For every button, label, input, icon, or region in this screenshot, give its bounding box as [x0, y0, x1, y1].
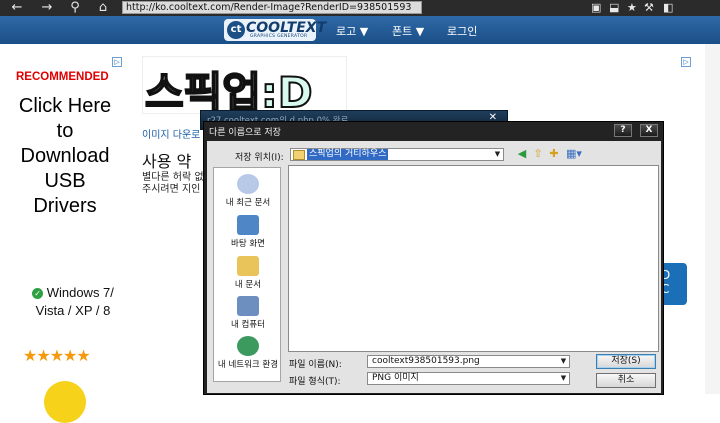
chevron-down-icon[interactable]: ▼: [558, 356, 569, 367]
filetype-value: PNG 이미지: [372, 373, 419, 383]
adchoices-icon[interactable]: ▷: [681, 57, 691, 67]
place-desktop[interactable]: 바탕 화면: [214, 215, 282, 249]
help-button[interactable]: ?: [614, 124, 632, 137]
desktop-icon: [237, 215, 259, 235]
page-icon[interactable]: ▣: [591, 0, 601, 16]
ad-headline[interactable]: Click Here to Download USB Drivers: [0, 94, 130, 219]
place-network[interactable]: 내 네트워크 환경: [214, 336, 282, 370]
ad-recommended-label: RECOMMENDED: [16, 71, 109, 83]
folder-icon: [293, 150, 305, 160]
filename-value: cooltext938501593.png: [372, 356, 480, 366]
browser-toolbar: ← → ⚲ ⌂ http://ko.cooltext.com/Render-Im…: [0, 0, 720, 16]
check-icon: ✓: [32, 288, 44, 299]
place-label: 내 최근 문서: [225, 198, 271, 208]
star-icon[interactable]: ★: [627, 0, 637, 16]
download-link[interactable]: 이미지 다운로: [142, 126, 200, 141]
filename-field[interactable]: cooltext938501593.png ▼: [367, 355, 570, 368]
filetype-label: 파일 형식(T):: [289, 377, 341, 387]
filetype-select[interactable]: PNG 이미지 ▼: [367, 372, 570, 385]
rating-stars-icon: ★★★★★: [23, 346, 91, 365]
close-button[interactable]: X: [640, 124, 658, 137]
filename-label: 파일 이름(N):: [289, 360, 342, 370]
address-bar[interactable]: http://ko.cooltext.com/Render-Image?Rend…: [122, 1, 422, 14]
network-icon: [237, 336, 259, 356]
view-menu-icon[interactable]: ▦▾: [565, 148, 583, 160]
tools-icon[interactable]: ⚒: [644, 0, 654, 16]
file-list[interactable]: [288, 165, 659, 352]
my-documents-icon: [237, 256, 259, 276]
ad-badge-icon: [44, 381, 86, 423]
chevron-down-icon: ▼: [494, 150, 501, 158]
location-label: 저장 위치(I):: [235, 153, 284, 163]
terms-text: 주시려면 지인: [142, 184, 201, 195]
ad-os-line2: Vista / XP / 8: [35, 303, 111, 318]
home-icon[interactable]: ⌂: [94, 0, 112, 16]
up-folder-icon[interactable]: ⇧: [532, 148, 544, 160]
place-label: 내 문서: [234, 280, 262, 290]
back-icon[interactable]: ◀: [516, 148, 528, 160]
place-recent[interactable]: 내 최근 문서: [214, 174, 282, 208]
recent-documents-icon: [237, 174, 259, 194]
menu-font[interactable]: 폰트 ▼: [392, 23, 424, 39]
place-label: 바탕 화면: [231, 239, 265, 249]
ad-headline-line: Download: [20, 145, 110, 167]
location-select[interactable]: 스픽업의 거티하우스 ▼: [290, 148, 504, 161]
ad-headline-line: USB: [44, 170, 86, 192]
ad-headline-line: Drivers: [33, 195, 97, 217]
ad-headline-line: to: [56, 120, 74, 142]
ad-headline-line: Click Here: [18, 95, 112, 117]
ad-os-line1: Windows 7/: [46, 285, 114, 300]
dialog-body: 저장 위치(I): 스픽업의 거티하우스 ▼ ◀ ⇧ ✚ ▦▾ 내 최근 문서 …: [207, 141, 661, 393]
place-label: 내 네트워크 환경: [217, 360, 279, 370]
advertisement[interactable]: RECOMMENDED Click Here to Download USB D…: [0, 56, 130, 423]
forward-arrow-icon[interactable]: →: [38, 0, 56, 16]
dialog-title: 다른 이름으로 저장: [209, 128, 281, 138]
menu-login[interactable]: 로그인: [447, 23, 477, 39]
my-computer-icon: [237, 296, 259, 316]
search-icon[interactable]: ⚲: [66, 0, 84, 16]
location-value: 스픽업의 거티하우스: [307, 149, 389, 160]
back-arrow-icon[interactable]: ←: [8, 0, 26, 16]
place-my-documents[interactable]: 내 문서: [214, 256, 282, 290]
cancel-button[interactable]: 취소: [596, 373, 656, 388]
chevron-down-icon[interactable]: ▼: [558, 373, 569, 384]
save-icon[interactable]: ⬓: [609, 0, 619, 16]
ad-os-compat: ✓ Windows 7/ Vista / XP / 8: [18, 284, 128, 320]
save-button[interactable]: 저장(S): [596, 354, 656, 369]
places-bar: 내 최근 문서 바탕 화면 내 문서 내 컴퓨터 내 네트워크 환경: [213, 167, 281, 382]
place-label: 내 컴퓨터: [231, 320, 265, 330]
rendered-logo-image: 스픽업:D: [142, 56, 347, 118]
adchoices-icon[interactable]: ▷: [112, 57, 122, 67]
logo-subtext: GRAPHICS GENERATOR: [250, 34, 308, 39]
place-my-computer[interactable]: 내 컴퓨터: [214, 296, 282, 330]
page-scrollbar[interactable]: [705, 44, 720, 394]
new-folder-icon[interactable]: ✚: [548, 148, 560, 160]
cooltext-logo[interactable]: ct COOLTEXT GRAPHICS GENERATOR: [224, 19, 326, 41]
logo-mark-icon: ct: [227, 21, 245, 39]
menu-logo[interactable]: 로고 ▼: [336, 23, 368, 39]
window-icon[interactable]: ◧: [663, 0, 673, 16]
save-as-dialog: 다른 이름으로 저장 ? X 저장 위치(I): 스픽업의 거티하우스 ▼ ◀ …: [203, 121, 664, 395]
